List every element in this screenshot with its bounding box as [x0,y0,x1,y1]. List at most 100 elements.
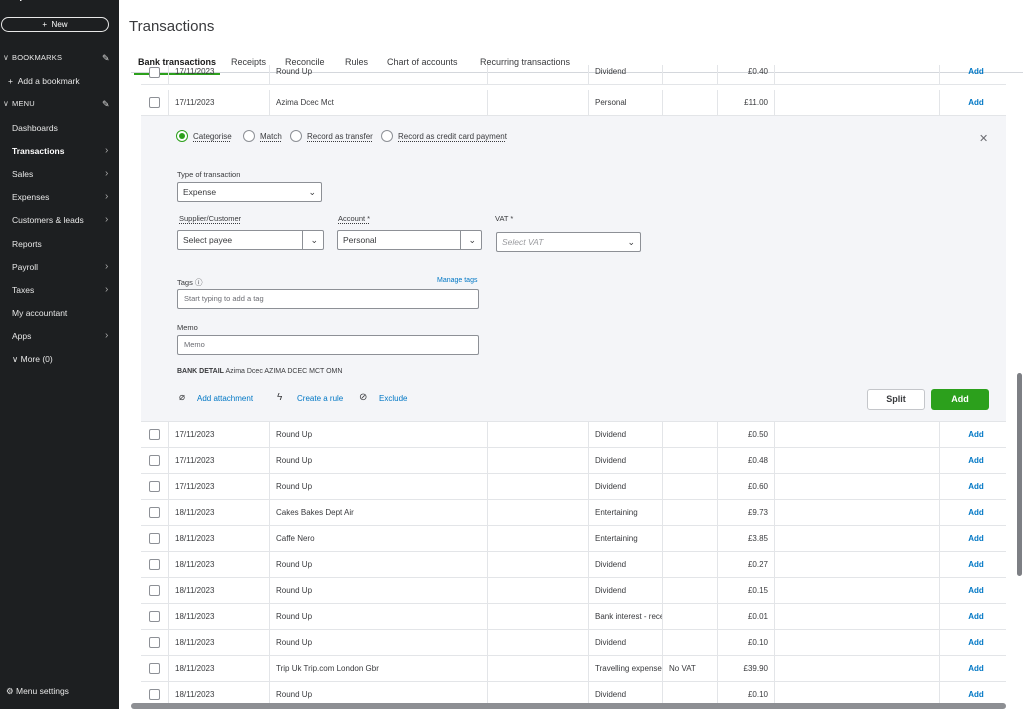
table-row[interactable]: 18/11/2023 Round Up Bank interest - rece £0… [141,604,1006,630]
row-checkbox[interactable] [149,429,160,440]
sidebar-item-more[interactable]: ∨ More (0) [0,352,119,366]
close-icon[interactable]: ✕ [979,132,988,145]
row-checkbox[interactable] [149,637,160,648]
sidebar-item-sales[interactable]: Sales › [0,167,119,181]
row-checkbox[interactable] [149,611,160,622]
table-row[interactable]: 17/11/2023 Round Up Dividend £0.60 Add [141,474,1006,500]
menu-settings-link[interactable]: ⚙ Menu settings [6,686,69,697]
radio-match[interactable] [243,130,255,142]
type-of-transaction-select[interactable]: Expense ⌄ [177,182,322,202]
radio-categorise-label[interactable]: Categorise [193,132,232,141]
exclude-link[interactable]: Exclude [379,394,407,403]
add-link[interactable]: Add [939,630,1006,656]
cell-amount: £0.50 [717,422,774,448]
table-row[interactable]: 18/11/2023 Caffe Nero Entertaining £3.85 Add [141,526,1006,552]
row-checkbox[interactable] [149,559,160,570]
radio-record-as-transfer-label[interactable]: Record as transfer [307,132,373,141]
add-link[interactable]: Add [939,422,1006,448]
row-checkbox[interactable] [149,663,160,674]
cell-spacer [774,422,939,448]
row-checkbox[interactable] [149,455,160,466]
cell-amount: £0.01 [717,604,774,630]
new-button[interactable]: + New [1,17,109,32]
add-attachment-link[interactable]: Add attachment [197,394,253,403]
table-row[interactable]: 18/11/2023 Round Up Dividend £0.27 Add [141,552,1006,578]
add-link[interactable]: Add [939,90,1006,116]
account-select[interactable]: Personal ⌄ [337,230,482,250]
bookmarks-header[interactable]: ∨ BOOKMARKS ✎ [0,51,119,65]
create-rule-link[interactable]: Create a rule [297,394,343,403]
radio-record-as-credit-card-payment[interactable] [381,130,393,142]
memo-input[interactable]: Memo [177,335,479,355]
cell-payee [487,604,588,630]
table-row[interactable]: 17/11/2023 Round Up Dividend £0.48 Add [141,448,1006,474]
radio-record-as-credit-card-payment-label[interactable]: Record as credit card payment [398,132,507,141]
manage-tags-link[interactable]: Manage tags [437,277,477,284]
sidebar-item-my-accountant[interactable]: My accountant [0,306,119,320]
add-link[interactable]: Add [939,448,1006,474]
horizontal-scrollbar[interactable] [131,703,1006,709]
add-link[interactable]: Add [939,65,1006,85]
radio-match-label[interactable]: Match [260,132,282,141]
vat-select[interactable]: Select VAT ⌄ [496,232,641,252]
table-row[interactable]: 18/11/2023 Round Up Dividend £0.15 Add [141,578,1006,604]
add-link[interactable]: Add [939,500,1006,526]
pencil-icon[interactable]: ✎ [102,97,110,111]
pencil-icon[interactable]: ✎ [102,51,110,65]
table-row[interactable]: 18/11/2023 Round Up Dividend £0.10 Add [141,630,1006,656]
chevron-right-icon: › [105,145,109,156]
cell-amount: £39.90 [717,656,774,682]
table-row[interactable]: 17/11/2023 Round Up Dividend £0.40 Add [141,65,1006,85]
more-label: More (0) [20,354,53,364]
table-row[interactable]: 18/11/2023 Trip Uk Trip.com London Gbr Tra… [141,656,1006,682]
row-checkbox[interactable] [149,689,160,700]
row-checkbox[interactable] [149,481,160,492]
split-button[interactable]: Split [867,389,925,410]
supplier-customer-select[interactable]: Select payee ⌄ [177,230,324,250]
table-row[interactable]: 17/11/2023 Round Up Dividend £0.50 Add [141,422,1006,448]
cell-date: 18/11/2023 [168,630,269,656]
sidebar-item-reports[interactable]: Reports [0,237,119,251]
row-checkbox[interactable] [149,585,160,596]
sidebar-item-payroll[interactable]: Payroll › [0,260,119,274]
add-link[interactable]: Add [939,656,1006,682]
sidebar-item-apps[interactable]: Apps › [0,329,119,343]
tags-input[interactable]: Start typing to add a tag [177,289,479,309]
cell-category: Dividend [588,65,662,85]
add-link[interactable]: Add [939,474,1006,500]
add-link[interactable]: Add [939,604,1006,630]
sidebar-item-expenses[interactable]: Expenses › [0,190,119,204]
table-row[interactable]: 17/11/2023 Azima Dcec Mct Personal £11.0… [141,90,1006,116]
menu-header[interactable]: ∨ MENU ✎ [0,97,119,111]
info-icon[interactable]: ⓘ [195,278,203,287]
sidebar-item-dashboards[interactable]: Dashboards [0,121,119,135]
table-row[interactable]: 18/11/2023 Cakes Bakes Dept Air Entertaini… [141,500,1006,526]
cell-date: 18/11/2023 [168,604,269,630]
cell-description: Round Up [269,604,487,630]
sidebar-item-taxes[interactable]: Taxes › [0,283,119,297]
cell-amount: £3.85 [717,526,774,552]
radio-categorise[interactable] [176,130,188,142]
quickbooks-logo[interactable]: quickbooks [4,0,72,2]
add-link[interactable]: Add [939,526,1006,552]
radio-record-as-transfer[interactable] [290,130,302,142]
chevron-down-icon: ∨ [12,354,19,364]
cell-category: Entertaining [588,500,662,526]
cell-spacer [774,630,939,656]
row-checkbox[interactable] [149,507,160,518]
add-button[interactable]: Add [931,389,989,410]
add-link[interactable]: Add [939,552,1006,578]
vertical-scrollbar[interactable] [1017,373,1022,576]
row-checkbox[interactable] [149,67,160,78]
lightning-icon: ϟ [277,392,283,403]
row-checkbox[interactable] [149,97,160,108]
row-checkbox[interactable] [149,533,160,544]
sidebar-item-customers-leads[interactable]: Customers & leads › [0,213,119,227]
cell-vat [662,448,717,474]
add-bookmark-item[interactable]: + Add a bookmark [0,74,119,88]
chevron-right-icon: › [105,284,109,295]
cell-payee [487,656,588,682]
cell-vat [662,474,717,500]
sidebar-item-transactions[interactable]: Transactions › [0,144,119,158]
add-link[interactable]: Add [939,578,1006,604]
